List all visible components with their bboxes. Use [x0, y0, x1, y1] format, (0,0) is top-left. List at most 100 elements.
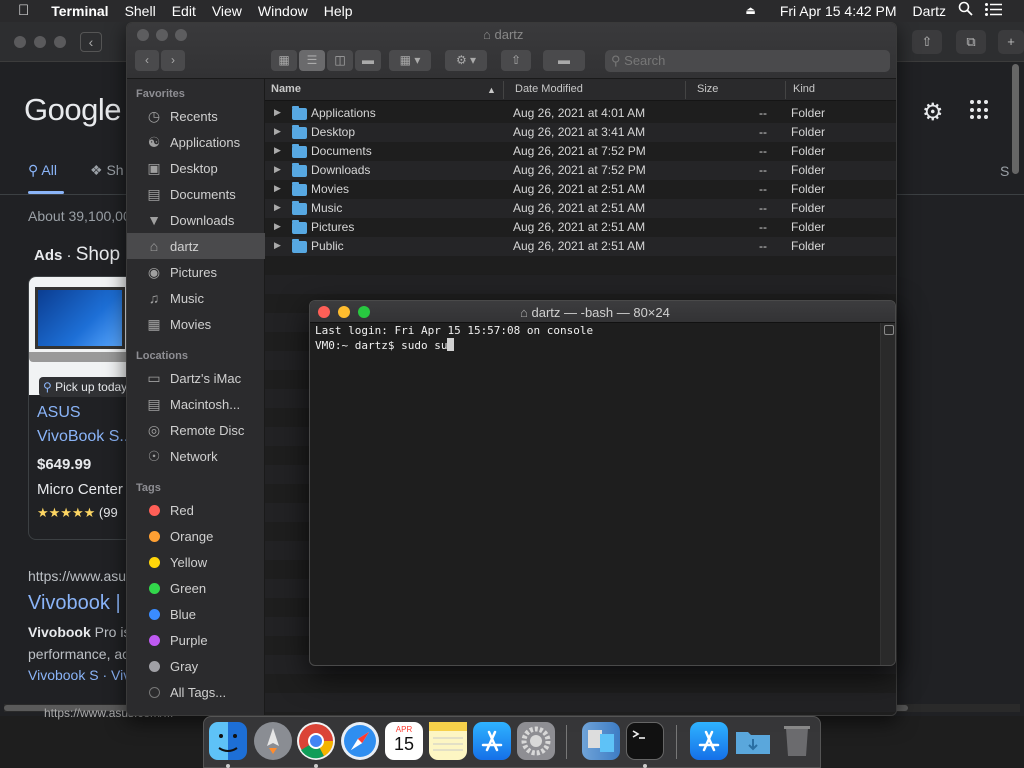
column-date-modified[interactable]: Date Modified: [515, 83, 583, 95]
menu-help[interactable]: Help: [316, 0, 361, 22]
sidebar-tag-purple[interactable]: Purple: [127, 627, 265, 653]
calendar-icon[interactable]: APR 15: [385, 722, 423, 760]
sidebar-item-downloads[interactable]: ▼ Downloads: [127, 207, 265, 233]
table-row[interactable]: ▶ Desktop Aug 26, 2021 at 3:41 AM -- Folder: [265, 123, 896, 142]
sidebar-tag-green[interactable]: Green: [127, 575, 265, 601]
sidebar-item-remote-disc[interactable]: ◎ Remote Disc: [127, 417, 265, 443]
app-store-folder-icon[interactable]: [690, 722, 728, 760]
result-url[interactable]: https://www.asu: [28, 568, 126, 584]
sidebar-item-imac[interactable]: ▭ Dartz's iMac: [127, 365, 265, 391]
new-tab-icon[interactable]: +: [998, 30, 1024, 54]
terminal-window[interactable]: ⌂ dartz — -bash — 80×24 Last login: Fri …: [309, 300, 896, 666]
disclosure-triangle-icon[interactable]: ▶: [274, 202, 281, 213]
menu-shell[interactable]: Shell: [117, 0, 164, 22]
google-logo[interactable]: Google: [24, 92, 121, 128]
eject-icon[interactable]: ⏏: [739, 0, 761, 22]
control-center-icon[interactable]: [979, 0, 1024, 22]
menu-user[interactable]: Dartz: [907, 0, 952, 22]
edit-tags-icon[interactable]: ▬: [543, 50, 585, 71]
sidebar-tag-red[interactable]: Red: [127, 497, 265, 523]
sidebar-item-movies[interactable]: ▦ Movies: [127, 311, 265, 337]
group-by-icon[interactable]: ▦ ▾: [389, 50, 431, 71]
terminal-titlebar[interactable]: ⌂ dartz — -bash — 80×24: [310, 301, 895, 323]
tab-right-label[interactable]: S: [1000, 163, 1009, 179]
product-model[interactable]: VivoBook S...: [37, 428, 133, 446]
share-icon[interactable]: ⇧: [912, 30, 942, 54]
launchpad-icon[interactable]: [254, 722, 292, 760]
sidebar-tag-gray[interactable]: Gray: [127, 653, 265, 679]
sidebar-item-macintosh[interactable]: ▤ Macintosh...: [127, 391, 265, 417]
icon-view-icon[interactable]: ▦: [271, 50, 297, 71]
finder-forward-button[interactable]: ›: [161, 50, 185, 71]
finder-minimize-button[interactable]: [156, 29, 168, 41]
sidebar-item-pictures[interactable]: ◉ Pictures: [127, 259, 265, 285]
browser-minimize-button[interactable]: [34, 36, 46, 48]
chrome-icon[interactable]: [297, 722, 335, 760]
sidebar-item-recents[interactable]: ◷ Recents: [127, 103, 265, 129]
sidebar-item-desktop[interactable]: ▣ Desktop: [127, 155, 265, 181]
finder-zoom-button[interactable]: [175, 29, 187, 41]
list-view-icon[interactable]: ☰: [299, 50, 325, 71]
menu-window[interactable]: Window: [250, 0, 316, 22]
table-row[interactable]: ▶ Pictures Aug 26, 2021 at 2:51 AM -- Folder: [265, 218, 896, 237]
browser-zoom-button[interactable]: [54, 36, 66, 48]
finder-close-button[interactable]: [137, 29, 149, 41]
result-title-link[interactable]: Vivobook |: [28, 592, 121, 615]
action-gear-icon[interactable]: ⚙ ▾: [445, 50, 487, 71]
table-row[interactable]: ▶ Applications Aug 26, 2021 at 4:01 AM -- Fo…: [265, 104, 896, 123]
sidebar-item-music[interactable]: ♫ Music: [127, 285, 265, 311]
notes-icon[interactable]: [429, 722, 467, 760]
column-kind[interactable]: Kind: [793, 83, 815, 95]
sidebar-tag-yellow[interactable]: Yellow: [127, 549, 265, 575]
google-apps-icon[interactable]: [970, 100, 990, 120]
table-row[interactable]: ▶ Documents Aug 26, 2021 at 7:52 PM -- Folde…: [265, 142, 896, 161]
disclosure-triangle-icon[interactable]: ▶: [274, 240, 281, 251]
terminal-prompt-line[interactable]: VM0:~ dartz$ sudo su: [315, 338, 875, 353]
column-name[interactable]: Name: [271, 83, 301, 95]
finder-icon[interactable]: [209, 722, 247, 760]
table-row[interactable]: ▶ Movies Aug 26, 2021 at 2:51 AM -- Folder: [265, 180, 896, 199]
trash-icon[interactable]: [778, 722, 816, 760]
browser-vertical-scrollbar[interactable]: [1012, 62, 1022, 192]
table-row[interactable]: ▶ Downloads Aug 26, 2021 at 7:52 PM -- Folde…: [265, 161, 896, 180]
migration-assistant-icon[interactable]: [582, 722, 620, 760]
finder-search-input[interactable]: ⚲ Search: [605, 50, 890, 72]
menu-view[interactable]: View: [204, 0, 250, 22]
sidebar-tag-blue[interactable]: Blue: [127, 601, 265, 627]
product-card[interactable]: ⚲ Pick up today ASUS VivoBook S... $649.…: [28, 276, 138, 540]
safari-icon[interactable]: [341, 722, 379, 760]
sidebar-all-tags[interactable]: All Tags...: [127, 679, 265, 705]
split-pane-icon[interactable]: [884, 325, 894, 335]
terminal-scrollbar[interactable]: [880, 323, 895, 665]
sidebar-tag-orange[interactable]: Orange: [127, 523, 265, 549]
disclosure-triangle-icon[interactable]: ▶: [274, 221, 281, 232]
terminal-output[interactable]: Last login: Fri Apr 15 15:57:08 on conso…: [315, 324, 875, 664]
disclosure-triangle-icon[interactable]: ▶: [274, 145, 281, 156]
column-size[interactable]: Size: [697, 83, 718, 95]
tab-all[interactable]: ⚲ All: [28, 162, 57, 179]
sidebar-item-documents[interactable]: ▤ Documents: [127, 181, 265, 207]
menu-clock[interactable]: Fri Apr 15 4:42 PM: [774, 0, 903, 22]
app-store-icon[interactable]: [473, 722, 511, 760]
sidebar-item-network[interactable]: ☉ Network: [127, 443, 265, 469]
terminal-zoom-button[interactable]: [358, 306, 370, 318]
laptop-product-image[interactable]: ⚲ Pick up today: [29, 277, 137, 397]
apple-icon[interactable]: : [0, 0, 43, 22]
settings-gear-icon[interactable]: ⚙: [922, 98, 944, 127]
spotlight-search-icon[interactable]: [952, 0, 979, 22]
terminal-close-button[interactable]: [318, 306, 330, 318]
disclosure-triangle-icon[interactable]: ▶: [274, 183, 281, 194]
downloads-folder-icon[interactable]: [734, 722, 772, 760]
menu-app-name[interactable]: Terminal: [43, 0, 116, 22]
table-row[interactable]: ▶ Music Aug 26, 2021 at 2:51 AM -- Folder: [265, 199, 896, 218]
browser-back-button[interactable]: ‹: [80, 32, 102, 52]
sidebar-item-applications[interactable]: ☯ Applications: [127, 129, 265, 155]
column-view-icon[interactable]: ◫: [327, 50, 353, 71]
result-sitelinks[interactable]: Vivobook S · Viv: [28, 667, 130, 683]
tabs-overview-icon[interactable]: ⧉: [956, 30, 986, 54]
menu-edit[interactable]: Edit: [164, 0, 204, 22]
tab-shopping[interactable]: ❖ Sh: [90, 162, 126, 179]
system-preferences-icon[interactable]: [517, 722, 555, 760]
disclosure-triangle-icon[interactable]: ▶: [274, 107, 281, 118]
browser-close-button[interactable]: [14, 36, 26, 48]
